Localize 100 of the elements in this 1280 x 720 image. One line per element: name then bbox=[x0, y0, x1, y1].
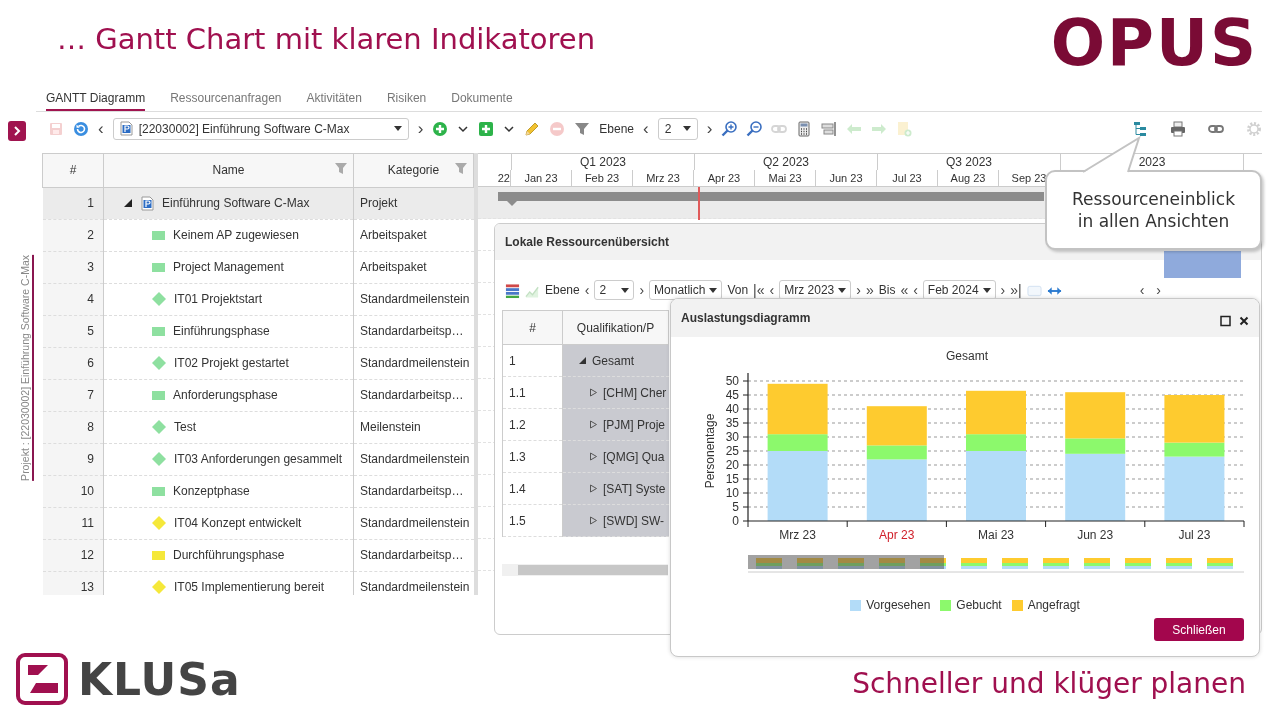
table-row[interactable]: 5 Einführungsphase Standardarbeitsp… bbox=[42, 315, 474, 348]
tick-label: 45 bbox=[725, 388, 739, 402]
tick-label: 15 bbox=[725, 472, 739, 486]
category-cell: Standardmeilenstein bbox=[353, 507, 474, 540]
axis-title: Personentage bbox=[703, 413, 717, 489]
tab[interactable]: Risiken bbox=[386, 90, 427, 111]
scrollbar[interactable] bbox=[502, 564, 668, 576]
month-header: 22 bbox=[478, 169, 511, 186]
table-row[interactable]: 6 IT02 Projekt gestartet Standardmeilenstein bbox=[42, 347, 474, 380]
expand-toggle-icon[interactable] bbox=[589, 388, 598, 397]
dropdown[interactable]: 2 bbox=[657, 117, 698, 140]
opus-logo: OPUS bbox=[1050, 12, 1258, 74]
column-header[interactable]: # bbox=[42, 153, 104, 188]
printer-icon[interactable] bbox=[1170, 120, 1186, 137]
bar[interactable] bbox=[966, 390, 1026, 435]
list-icon[interactable] bbox=[505, 282, 520, 298]
column-header[interactable]: Qualifikation/P bbox=[562, 310, 669, 345]
task-name: Einführung Software C-Max bbox=[162, 196, 310, 211]
dropdown[interactable]: 2 bbox=[594, 280, 635, 300]
quarter-header: Q2 2023 bbox=[695, 153, 878, 170]
project-label: Projekt : [22030002] Einführung Software C-Max bbox=[19, 255, 34, 481]
row-number: 10 bbox=[42, 475, 104, 508]
task-name: IT03 Anforderungen gesammelt bbox=[174, 452, 343, 467]
dropdown[interactable]: Feb 2024 bbox=[922, 280, 996, 300]
project-dropdown[interactable]: [22030002] Einführung Software C-Max bbox=[112, 117, 409, 140]
expand-toggle-icon[interactable] bbox=[589, 420, 598, 429]
expand-toggle-icon[interactable] bbox=[589, 516, 598, 525]
zoom-in-icon[interactable] bbox=[721, 120, 738, 137]
table-cell[interactable]: [CHM] Cher bbox=[562, 376, 669, 409]
table-row[interactable]: 11 IT04 Konzept entwickelt Standardmeilenstein bbox=[42, 507, 474, 540]
tick-label: 25 bbox=[725, 444, 739, 458]
table-row[interactable]: 8 Test Meilenstein bbox=[42, 411, 474, 444]
filter-icon[interactable] bbox=[574, 120, 591, 137]
task-name: IT05 Implementierung bereit bbox=[174, 580, 325, 595]
tab[interactable]: Ressourcenanfragen bbox=[170, 90, 282, 111]
scrollbar-thumb[interactable] bbox=[518, 565, 668, 575]
column-header[interactable]: Name bbox=[103, 153, 354, 188]
refresh-icon[interactable] bbox=[73, 120, 89, 137]
row-number: 9 bbox=[42, 443, 104, 476]
table-cell[interactable]: Gesamt bbox=[562, 344, 669, 377]
level-label: Ebene bbox=[599, 121, 635, 136]
category-cell: Meilenstein bbox=[353, 411, 474, 444]
category-cell: Standardmeilenstein bbox=[353, 571, 474, 595]
klusa-logo: KLUSa bbox=[78, 653, 241, 705]
legend-item[interactable]: Vorgesehen bbox=[850, 598, 931, 612]
task-name: Project Management bbox=[173, 260, 284, 275]
legend-item[interactable]: Angefragt bbox=[1011, 598, 1080, 612]
chevron-right-icon[interactable] bbox=[12, 126, 22, 136]
klusa-logo-icon bbox=[16, 653, 68, 705]
collapse-toggle-icon[interactable] bbox=[578, 356, 587, 365]
table-row[interactable]: 7 Anforderungsphase Standardarbeitsp… bbox=[42, 379, 474, 412]
navigator-drawing[interactable] bbox=[747, 555, 1245, 573]
tree-icon[interactable] bbox=[1132, 120, 1148, 137]
table-row[interactable]: 13 IT05 Implementierung bereit Standardmeilenstein bbox=[42, 571, 474, 595]
tab[interactable]: Dokumente bbox=[451, 90, 513, 111]
summary-bar[interactable] bbox=[498, 191, 1044, 206]
add-icon[interactable] bbox=[432, 120, 449, 137]
expand-toggle-icon[interactable] bbox=[589, 452, 598, 461]
category-cell: Standardarbeitsp… bbox=[353, 539, 474, 572]
zoom-out-icon[interactable] bbox=[746, 120, 763, 137]
tick-label: 40 bbox=[725, 402, 739, 416]
month-header: Feb 23 bbox=[572, 169, 633, 186]
column-header[interactable]: # bbox=[502, 310, 563, 345]
table-row[interactable]: 9 IT03 Anforderungen gesammelt Standardmeilenstein bbox=[42, 443, 474, 476]
table-cell[interactable]: [SAT] Syste bbox=[562, 472, 669, 505]
table-row[interactable]: 12 Durchführungsphase Standardarbeitsp… bbox=[42, 539, 474, 572]
tick-label: Mrz 23 bbox=[779, 528, 816, 542]
month-header: Jun 23 bbox=[816, 169, 877, 186]
slide-title: … Gantt Chart mit klaren Indikatoren bbox=[57, 22, 596, 56]
filter-icon[interactable] bbox=[335, 161, 347, 174]
category-cell: Standardarbeitsp… bbox=[353, 315, 474, 348]
close-button[interactable]: Schließen bbox=[1154, 618, 1244, 641]
tab[interactable]: GANTT Diagramm bbox=[46, 90, 146, 111]
table-row[interactable]: 10 Konzeptphase Standardarbeitsp… bbox=[42, 475, 474, 508]
table-cell[interactable]: [SWD] SW- bbox=[562, 504, 669, 537]
tab[interactable]: Aktivitäten bbox=[306, 90, 362, 111]
task-name: IT04 Konzept entwickelt bbox=[174, 516, 302, 531]
table-row[interactable]: 2 Keinem AP zugewiesen Arbeitspaket bbox=[42, 219, 474, 252]
row-number: 13 bbox=[42, 571, 104, 595]
quarter-header: Q1 2023 bbox=[512, 153, 695, 170]
expand-toggle-icon[interactable] bbox=[589, 484, 598, 493]
category-cell: Projekt bbox=[353, 187, 474, 220]
column-header[interactable]: Kategorie bbox=[353, 153, 474, 188]
dropdown[interactable]: Mrz 2023 bbox=[779, 280, 852, 300]
expand-button[interactable] bbox=[8, 121, 26, 141]
table-cell[interactable]: [PJM] Proje bbox=[562, 408, 669, 441]
tick-label: 35 bbox=[725, 416, 739, 430]
add-icon[interactable] bbox=[478, 120, 495, 137]
tick-label: 30 bbox=[725, 430, 739, 444]
table-cell[interactable]: [QMG] Qua bbox=[562, 440, 669, 473]
dropdown[interactable]: Monatlich bbox=[649, 280, 723, 300]
collapse-toggle-icon[interactable] bbox=[123, 198, 133, 209]
table-row[interactable]: 3 Project Management Arbeitspaket bbox=[42, 251, 474, 284]
legend-item[interactable]: Gebucht bbox=[940, 598, 1002, 612]
pencil-icon[interactable] bbox=[524, 120, 541, 137]
align-icon[interactable] bbox=[821, 120, 838, 137]
filter-icon[interactable] bbox=[455, 161, 467, 174]
calculator-icon[interactable] bbox=[796, 120, 813, 137]
row-number: 2 bbox=[42, 219, 104, 252]
table-row[interactable]: 4 IT01 Projektstart Standardmeilenstein bbox=[42, 283, 474, 316]
